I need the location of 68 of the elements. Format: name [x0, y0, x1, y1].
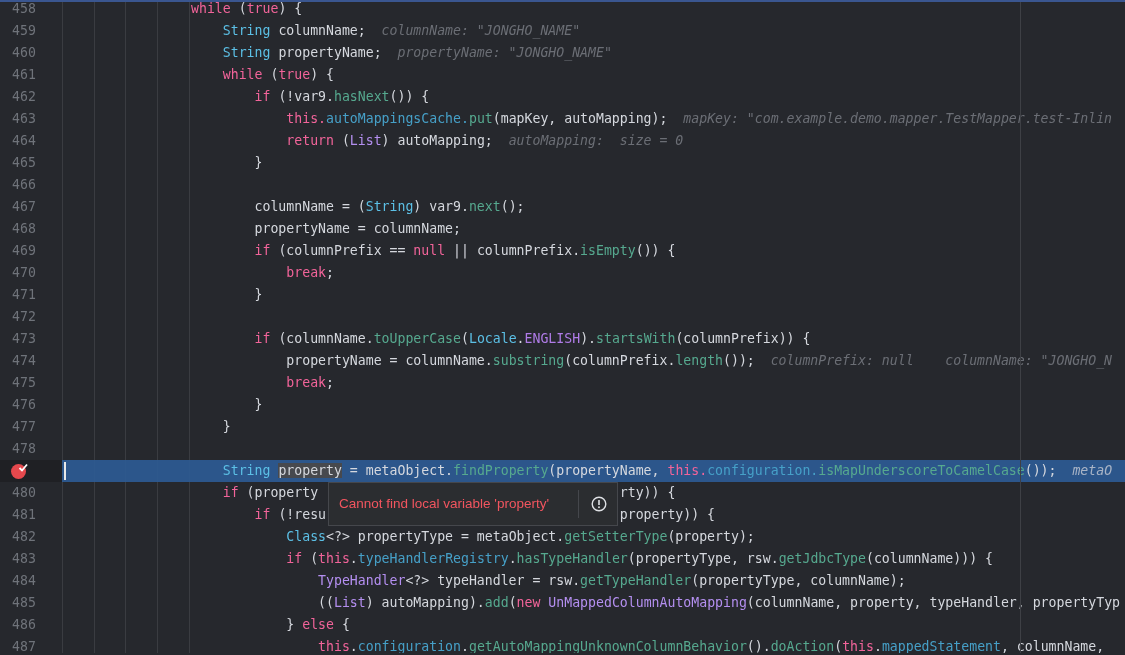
text-caret [64, 462, 66, 480]
code-line: break; [285, 374, 334, 392]
line-number: 485 [12, 594, 36, 612]
code-line: } [253, 286, 263, 304]
line-number: 475 [12, 374, 36, 392]
code-line: if (property [221, 484, 320, 502]
line-number: 463 [12, 110, 36, 128]
line-number: 461 [12, 66, 36, 84]
inline-value-hint: columnName: "JONGHO_NAME" [381, 22, 581, 41]
code-line: String propertyName; [221, 44, 382, 62]
line-number: 462 [12, 88, 36, 106]
breakpoint-icon[interactable] [10, 462, 28, 480]
line-number: 470 [12, 264, 36, 282]
code-line: } [221, 418, 231, 436]
line-number: 474 [12, 352, 36, 370]
line-number: 465 [12, 154, 36, 172]
code-line: property)) { [619, 506, 716, 524]
code-line: if (!var9.hasNext()) { [253, 88, 430, 106]
line-number: 486 [12, 616, 36, 634]
line-number: 460 [12, 44, 36, 62]
line-number: 487 [12, 638, 36, 653]
code-line: } else { [285, 616, 350, 634]
line-number: 464 [12, 132, 36, 150]
line-number: 473 [12, 330, 36, 348]
line-number: 468 [12, 220, 36, 238]
line-number: 466 [12, 176, 36, 194]
line-number: 477 [12, 418, 36, 436]
code-line: } [253, 154, 263, 172]
code-line: while (true) { [221, 66, 334, 84]
line-number: 482 [12, 528, 36, 546]
line-number: 481 [12, 506, 36, 524]
exclamation-icon[interactable] [590, 496, 607, 512]
error-message: Cannot find local variable 'property' [339, 495, 551, 513]
code-line: columnName = (String) var9.next(); [253, 198, 525, 216]
code-line: this.autoMappingsCache.put(mapKey, autoMapping); [285, 110, 668, 128]
line-number: 472 [12, 308, 36, 326]
line-number: 471 [12, 286, 36, 304]
inline-value-hint: propertyName: "JONGHO_NAME" [397, 44, 612, 63]
line-number: 469 [12, 242, 36, 260]
code-line: } [253, 396, 263, 414]
code-line: propertyName = columnName; [253, 220, 461, 238]
code-line: rty)) { [619, 484, 676, 502]
inline-value-hint: autoMapping: size = 0 [508, 132, 684, 150]
inline-value-hint: columnName: "JONGHO_N [945, 352, 1113, 371]
code-line: if (this.typeHandlerRegistry.hasTypeHandler(propertyType, rsw.getJdbcType(columnName))) { [285, 550, 993, 568]
code-line: while (true) { [190, 0, 303, 18]
line-number: 484 [12, 572, 36, 590]
line-number: 458 [12, 0, 36, 18]
code-line: ((List) autoMapping).add(new UnMappedColumnAutoMapping(columnName, property, typeHandler, propertyTyp [317, 594, 1121, 612]
code-line: this.configuration.getAutoMappingUnknownColumnBehavior().doAction(this.mappedStatement, columnName, [317, 638, 1105, 653]
inline-value-hint: columnPrefix: null [770, 352, 914, 370]
inline-value-hint: metaO [1072, 462, 1113, 480]
code-line: break; [285, 264, 334, 282]
line-number: 476 [12, 396, 36, 414]
line-number: 480 [12, 484, 36, 502]
line-number: 478 [12, 440, 36, 458]
code-line: if (!resu [253, 506, 326, 524]
code-line: return (List) autoMapping; [285, 132, 493, 150]
line-number: 467 [12, 198, 36, 216]
code-line: propertyName = columnName.substring(columnPrefix.length()); [285, 352, 755, 370]
line-number: 459 [12, 22, 36, 40]
code-line: if (columnName.toUpperCase(Locale.ENGLISH).startsWith(columnPrefix)) { [253, 330, 811, 348]
line-number: 483 [12, 550, 36, 568]
code-line: TypeHandler<?> typeHandler = rsw.getTypeHandler(propertyType, columnName); [317, 572, 906, 590]
inline-value-hint: mapKey: "com.example.demo.mapper.TestMapper.test-Inlin [683, 110, 1113, 128]
code-line: if (columnPrefix == null || columnPrefix.isEmpty()) { [253, 242, 676, 261]
code-line: String columnName; [221, 22, 366, 40]
code-line: Class<?> propertyType = metaObject.getSetterType(property); [285, 528, 755, 546]
